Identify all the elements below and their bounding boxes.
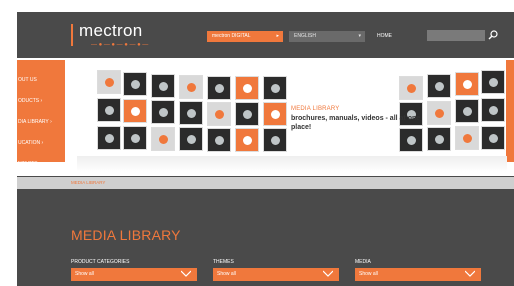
media-tile: [427, 127, 451, 151]
media-tile: [151, 100, 175, 124]
filter-label-product-categories: PRODUCT CATEGORIES: [71, 259, 130, 265]
mectron-digital-button[interactable]: mectron DIGITAL ▸: [207, 31, 283, 42]
media-tiles: [83, 66, 505, 160]
media-tile: [263, 76, 287, 100]
language-select[interactable]: ENGLISH ▾: [289, 31, 365, 42]
page-title: MEDIA LIBRARY: [71, 227, 181, 243]
media-tile: [455, 126, 479, 150]
media-tile: [263, 128, 287, 152]
hero-title: MEDIA LIBRARY: [291, 106, 340, 112]
chevron-right-icon: ›: [39, 161, 41, 167]
media-tile: [399, 76, 423, 100]
product-categories-value: Show all: [75, 271, 94, 277]
media-tile: [179, 101, 203, 125]
media-tile: [179, 127, 203, 151]
themes-select[interactable]: Show all: [213, 268, 339, 281]
logo-text: mectron: [79, 21, 143, 40]
product-categories-select[interactable]: Show all: [71, 268, 197, 281]
side-nav-item-media-library[interactable]: DIA LIBRARY ›: [17, 112, 65, 133]
media-tile: [455, 72, 479, 96]
home-link[interactable]: HOME: [377, 31, 392, 42]
search-icon[interactable]: [487, 29, 499, 41]
media-tile: [455, 99, 479, 123]
media-tile: [207, 128, 231, 152]
side-nav-item-education[interactable]: UCATION ›: [17, 133, 65, 154]
media-tile: [235, 102, 259, 126]
mectron-digital-label: mectron DIGITAL: [212, 33, 251, 39]
media-tile: [481, 70, 505, 94]
media-tile: [207, 76, 231, 100]
media-tile: [481, 126, 505, 150]
media-tile: [481, 98, 505, 122]
media-tile: [123, 126, 147, 150]
media-tile: [97, 98, 121, 122]
media-tile: [235, 76, 259, 100]
media-tile: [263, 102, 287, 126]
logo-dots: —●—●—●—●—: [91, 42, 150, 48]
media-value: Show all: [359, 271, 378, 277]
themes-value: Show all: [217, 271, 236, 277]
media-select[interactable]: Show all: [355, 268, 481, 281]
breadcrumb: MEDIA LIBRARY: [17, 177, 514, 189]
logo-bar: [71, 24, 73, 46]
chevron-right-icon: ›: [41, 140, 44, 146]
media-tile: [427, 101, 451, 125]
side-nav: OUT US ODUCTS › DIA LIBRARY › UCATION › …: [17, 70, 65, 175]
chevron-down-icon: [323, 270, 333, 277]
language-value: ENGLISH: [294, 33, 316, 39]
header: mectron —●—●—●—●— mectron DIGITAL ▸ ENGL…: [17, 12, 514, 58]
media-tile: [179, 75, 203, 99]
hero-right-bar: [506, 60, 514, 162]
hero-reflection: [77, 156, 507, 172]
media-tile: [151, 74, 175, 98]
search-input[interactable]: [427, 30, 485, 41]
hero-subtitle: brochures, manuals, videos - all at one …: [291, 115, 421, 131]
filter-label-themes: THEMES: [213, 259, 234, 265]
side-nav-item-about-us[interactable]: OUT US: [17, 70, 65, 91]
media-tile: [151, 127, 175, 151]
chevron-right-icon: ▸: [276, 33, 279, 39]
chevron-down-icon: [465, 270, 475, 277]
filter-label-media: MEDIA: [355, 259, 371, 265]
media-tile: [97, 70, 121, 94]
mectron-logo[interactable]: mectron —●—●—●—●—: [71, 20, 151, 50]
media-tile: [123, 99, 147, 123]
side-nav-item-contacts[interactable]: NTACTS ›: [17, 154, 65, 175]
media-tile: [207, 102, 231, 126]
chevron-right-icon: ›: [50, 119, 52, 125]
chevron-down-icon: [181, 270, 191, 277]
media-tile: [97, 126, 121, 150]
hero-banner[interactable]: OUT US ODUCTS › DIA LIBRARY › UCATION › …: [17, 58, 514, 176]
main-content: MEDIA LIBRARY PRODUCT CATEGORIES Show al…: [17, 189, 514, 286]
chevron-down-icon: ▾: [358, 33, 361, 39]
page: mectron —●—●—●—●— mectron DIGITAL ▸ ENGL…: [17, 12, 514, 286]
media-tile: [123, 72, 147, 96]
breadcrumb-item[interactable]: MEDIA LIBRARY: [71, 177, 105, 189]
side-nav-item-products[interactable]: ODUCTS ›: [17, 91, 65, 112]
chevron-right-icon: ›: [40, 98, 43, 104]
media-tile: [427, 74, 451, 98]
media-tile: [235, 128, 259, 152]
